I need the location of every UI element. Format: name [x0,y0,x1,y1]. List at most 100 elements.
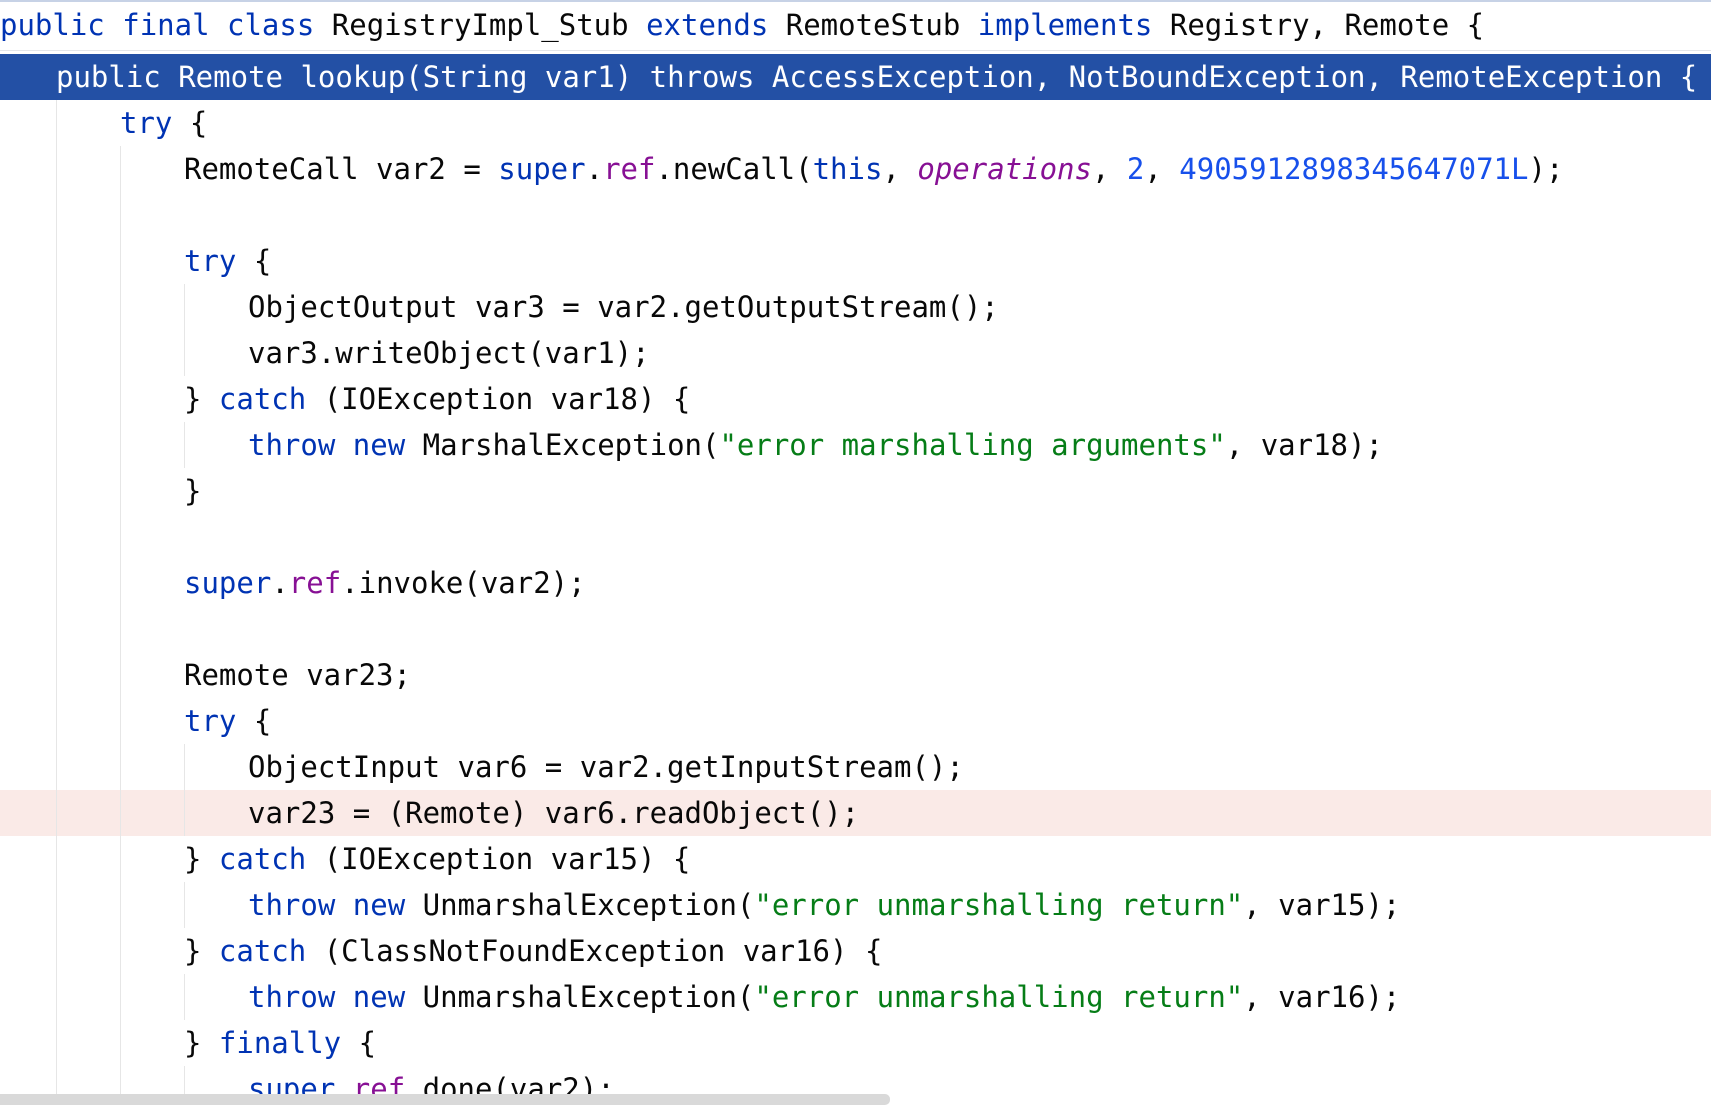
code-token: 4905912898345647071L [1179,152,1529,186]
code-token: this [812,152,883,186]
code-line[interactable]: throw new MarshalException("error marsha… [0,422,1711,468]
code-line[interactable] [0,192,1711,238]
code-line[interactable]: throw new UnmarshalException("error unma… [0,974,1711,1020]
code-token: finally [218,1026,342,1060]
code-token: super [498,152,586,186]
code-token: { [236,704,272,738]
code-token: , [1091,152,1127,186]
code-line[interactable]: Remote var23; [0,652,1711,698]
code-line[interactable]: var23 = (Remote) var6.readObject(); [0,790,1711,836]
indent-guide [56,100,57,1105]
code-token: AccessException, NotBoundException, Remo… [754,60,1698,94]
indent-guide [184,422,185,468]
code-token: ref [603,152,656,186]
code-token: Registry, Remote { [1152,8,1485,42]
code-line[interactable]: try { [0,238,1711,284]
code-token: MarshalException( [405,428,720,462]
code-line-text: } [184,468,201,514]
code-line-text: RemoteCall var2 = super.ref.newCall(this… [184,146,1563,192]
code-line[interactable]: } catch (IOException var15) { [0,836,1711,882]
code-token: 2 [1126,152,1145,186]
code-line-text: } catch (ClassNotFoundException var16) { [184,928,882,974]
code-line[interactable] [0,514,1711,560]
code-token: (IOException var18) { [306,382,691,416]
code-token: , [1144,152,1180,186]
code-token: catch [218,842,307,876]
code-line[interactable]: try { [0,100,1711,146]
code-line[interactable]: var3.writeObject(var1); [0,330,1711,376]
code-line-text: } catch (IOException var18) { [184,376,690,422]
code-line[interactable]: RemoteCall var2 = super.ref.newCall(this… [0,146,1711,192]
code-line[interactable]: public Remote lookup(String var1) throws… [0,54,1711,100]
code-token: throw [248,428,336,462]
sticky-header-line[interactable]: public final class RegistryImpl_Stub ext… [0,2,1711,48]
code-token: . [585,152,604,186]
code-line[interactable]: ObjectInput var6 = var2.getInputStream()… [0,744,1711,790]
code-line-text: throw new UnmarshalException("error unma… [248,974,1400,1020]
code-token: ObjectInput var6 = var2.getInputStream()… [248,750,964,784]
code-token: UnmarshalException( [405,888,755,922]
code-line-text: throw new UnmarshalException("error unma… [248,882,1400,928]
code-token: UnmarshalException( [405,980,755,1014]
code-line[interactable]: throw new UnmarshalException("error unma… [0,882,1711,928]
code-token: , var15); [1243,888,1401,922]
code-token: throw [248,888,336,922]
code-token: } [184,934,219,968]
code-token: .invoke(var2); [341,566,586,600]
code-token: try [184,704,237,738]
sticky-class-header[interactable]: public final class RegistryImpl_Stub ext… [0,2,1711,51]
code-editor[interactable]: public final class RegistryImpl_Stub ext… [0,0,1711,1105]
code-line[interactable]: } catch (ClassNotFoundException var16) { [0,928,1711,974]
code-token: } [184,474,202,508]
code-line-text: var23 = (Remote) var6.readObject(); [248,790,859,836]
code-line-text: throw new MarshalException("error marsha… [248,422,1383,468]
code-line[interactable]: super.ref.invoke(var2); [0,560,1711,606]
code-token: implements [977,8,1153,42]
code-token: new [352,428,406,462]
code-token: RegistryImpl_Stub [314,8,647,42]
code-token: { [236,244,272,278]
horizontal-scrollbar[interactable] [0,1094,890,1105]
code-line-text: } catch (IOException var15) { [184,836,690,882]
code-token: ); [1528,152,1564,186]
code-line[interactable]: } catch (IOException var18) { [0,376,1711,422]
code-line[interactable]: } [0,468,1711,514]
code-line-text: try { [184,698,271,744]
code-token: catch [218,934,307,968]
code-token: } [184,1026,219,1060]
code-token: operations [917,152,1092,186]
code-token: try [184,244,237,278]
sticky-header-text: public final class RegistryImpl_Stub ext… [0,2,1484,48]
code-token: ObjectOutput var3 = var2.getOutputStream… [248,290,999,324]
code-line[interactable] [0,606,1711,652]
code-line-text: ObjectInput var6 = var2.getInputStream()… [248,744,964,790]
code-token: , var18); [1225,428,1383,462]
code-token: throws [649,60,755,94]
code-token: throw [248,980,336,1014]
code-token: "error unmarshalling return" [754,888,1244,922]
code-token: . [271,566,289,600]
code-token: catch [218,382,307,416]
code-line[interactable]: } finally { [0,1020,1711,1066]
code-token: "error unmarshalling return" [754,980,1244,1014]
code-token: (IOException var15) { [306,842,691,876]
code-line-text: try { [184,238,271,284]
code-token: var3.writeObject(var1); [248,336,650,370]
code-line-text: } finally { [184,1020,376,1066]
code-token: super [184,566,272,600]
code-line[interactable]: try { [0,698,1711,744]
code-token: (ClassNotFoundException var16) { [306,934,883,968]
indent-guide [184,284,185,376]
code-line-text: public Remote lookup(String var1) throws… [56,54,1697,100]
code-token: RemoteStub [768,8,978,42]
code-line[interactable]: ObjectOutput var3 = var2.getOutputStream… [0,284,1711,330]
code-token: , [882,152,918,186]
code-token: try [120,106,173,140]
code-token: public [0,8,105,42]
code-token: final [122,8,210,42]
code-line-text: super.ref.invoke(var2); [184,560,586,606]
code-token: new [352,980,406,1014]
